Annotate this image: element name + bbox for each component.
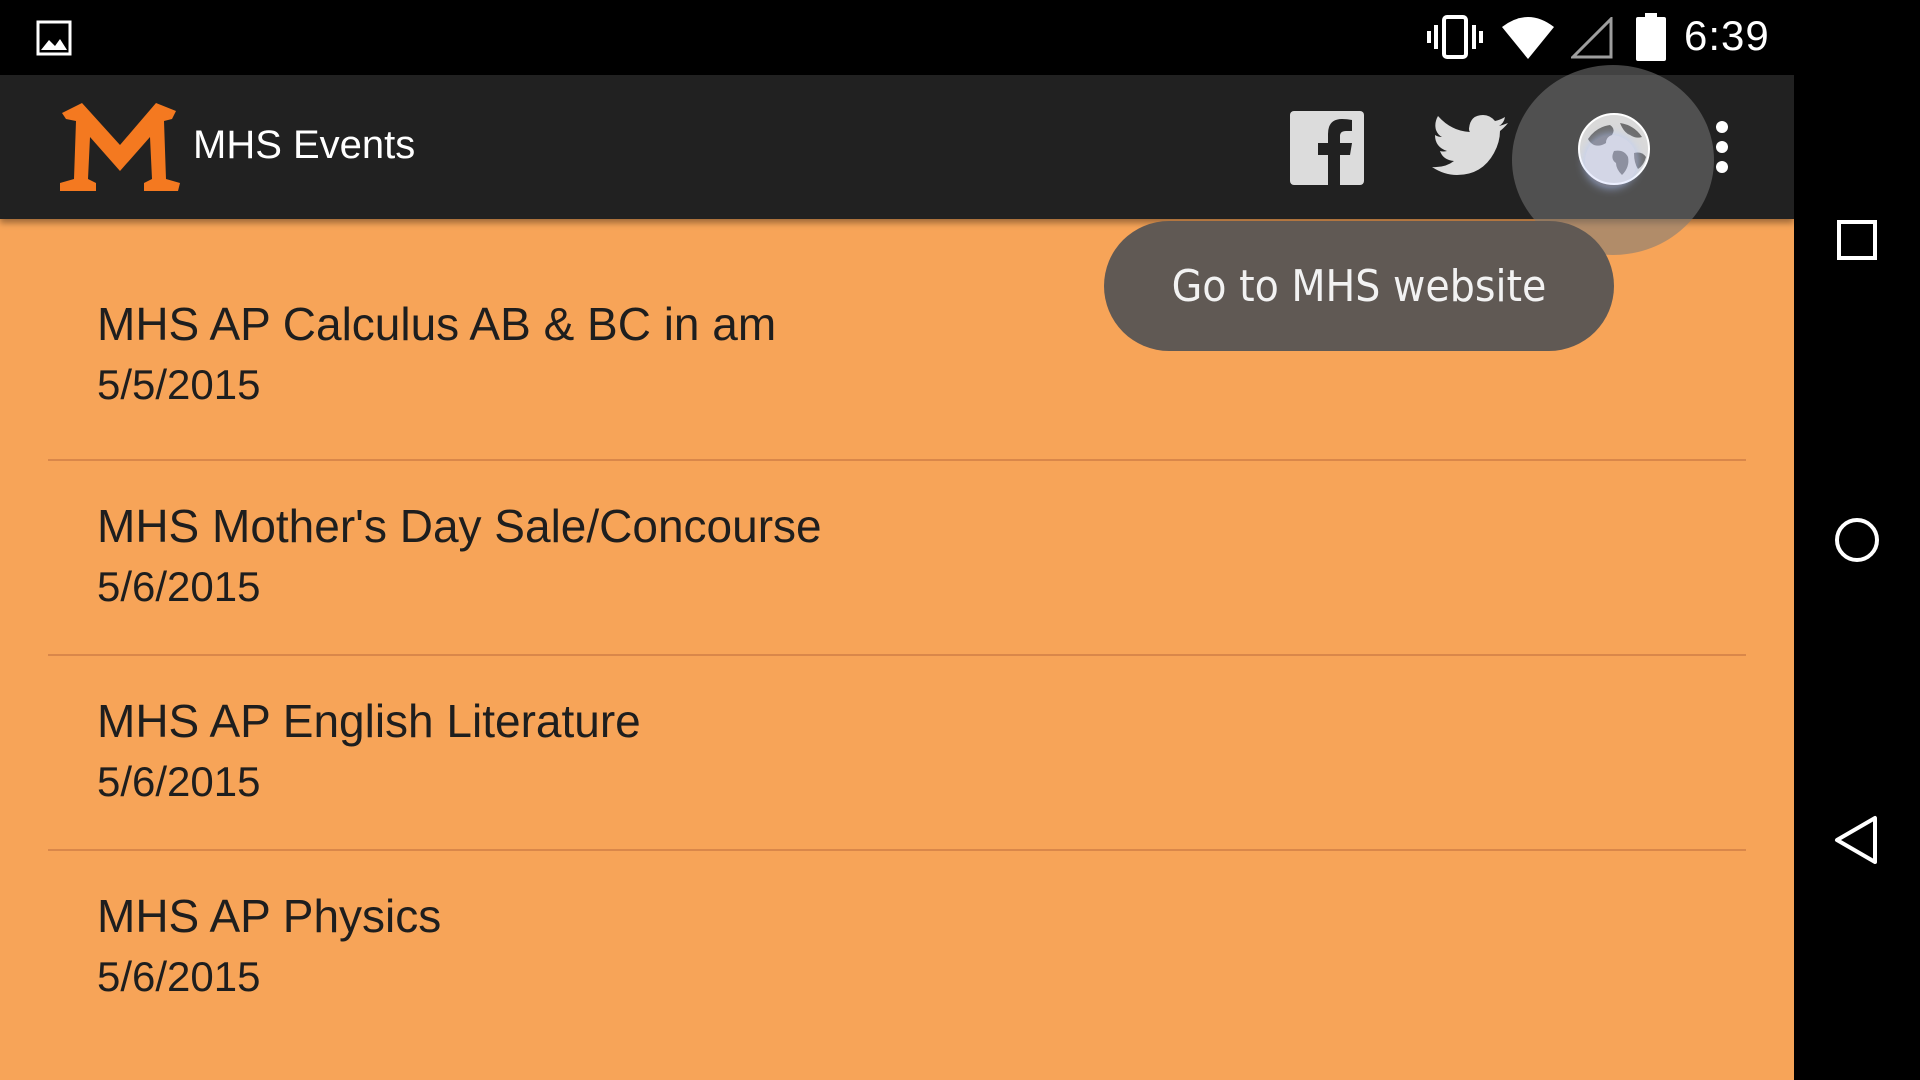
event-title: MHS AP Physics [97,890,442,942]
recents-button[interactable] [1794,165,1920,315]
event-date: 5/6/2015 [97,953,261,1000]
app-bar: MHS Events [0,65,1794,255]
vibrate-icon [1427,15,1483,59]
facebook-icon [1290,111,1364,185]
app-title: MHS Events [193,123,416,167]
twitter-icon [1432,115,1508,175]
event-title: MHS AP Calculus AB & BC in am [97,298,777,350]
back-icon [1835,816,1877,864]
website-button[interactable] [1512,65,1714,255]
status-clock: 6:39 [1684,12,1770,59]
home-icon [1835,518,1879,562]
list-item[interactable]: MHS AP English Literature 5/6/2015 [48,656,1746,851]
back-button[interactable] [1794,765,1920,915]
facebook-button[interactable] [1282,75,1372,219]
touch-indicator [1585,135,1637,187]
event-title: MHS Mother's Day Sale/Concourse [97,500,822,552]
event-title: MHS AP English Literature [97,695,641,747]
list-item[interactable]: MHS AP Physics 5/6/2015 [48,851,1746,1044]
wifi-icon [1502,17,1554,59]
list-item[interactable]: MHS Mother's Day Sale/Concourse 5/6/2015 [48,461,1746,656]
website-tooltip: Go to MHS website [1104,221,1614,351]
overflow-menu-icon [1716,121,1728,173]
status-bar: 6:39 [0,0,1794,75]
event-date: 5/6/2015 [97,758,261,805]
home-button[interactable] [1794,465,1920,615]
twitter-button[interactable] [1426,75,1516,219]
event-date: 5/5/2015 [97,361,261,408]
recents-icon [1837,220,1877,260]
battery-icon [1636,13,1666,61]
gallery-icon [36,20,72,56]
signal-icon [1571,17,1613,59]
mhs-logo [60,103,180,191]
event-date: 5/6/2015 [97,563,261,610]
navigation-bar [1794,0,1920,1080]
overflow-menu-button[interactable] [1702,75,1742,219]
